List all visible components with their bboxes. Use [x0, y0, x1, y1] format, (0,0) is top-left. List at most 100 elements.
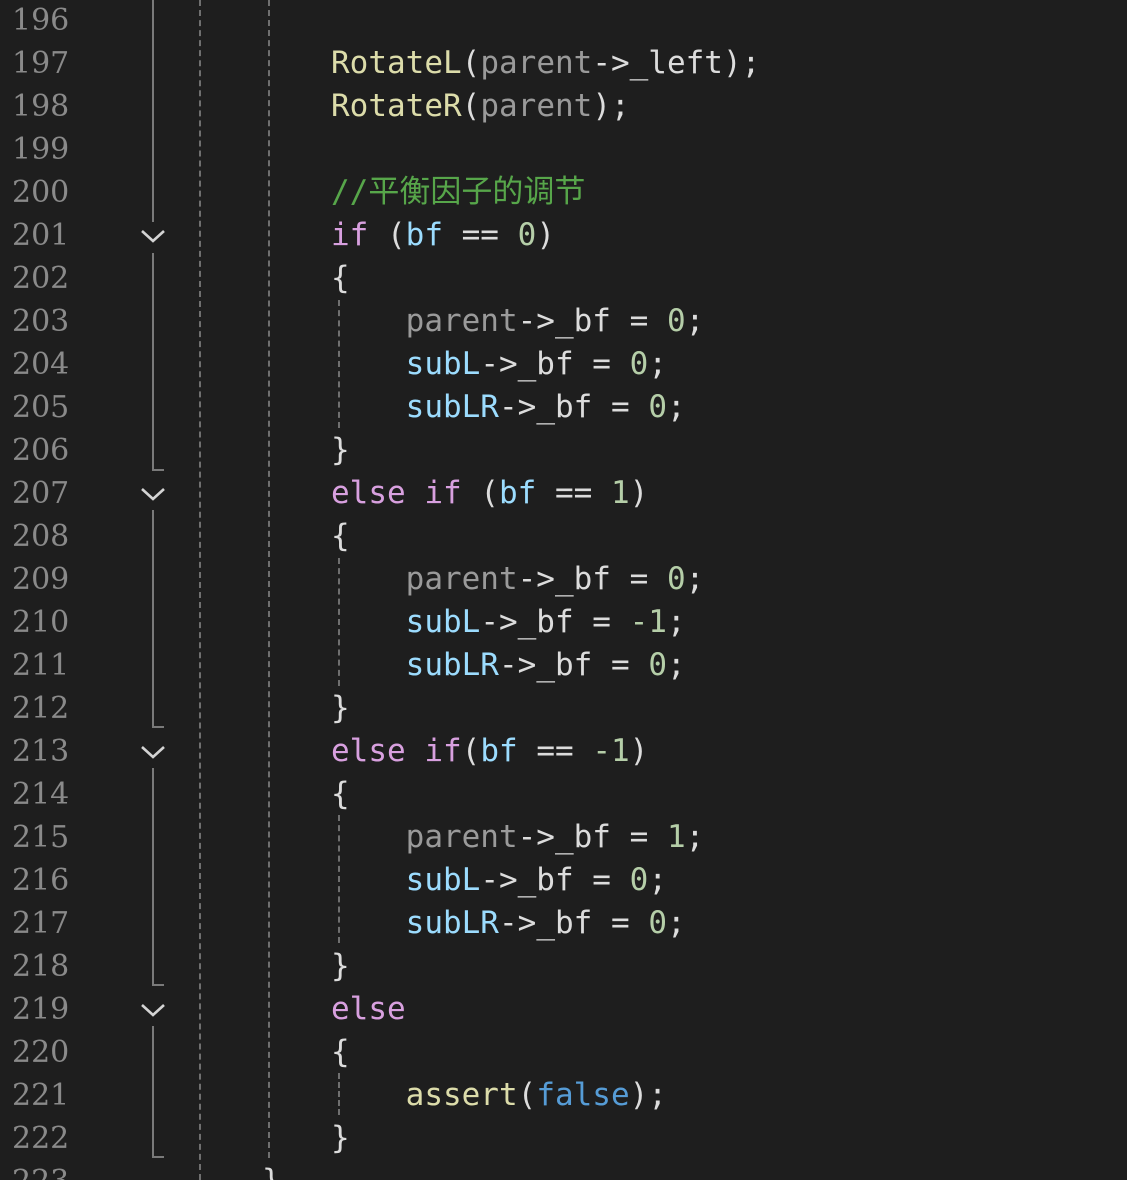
code-line[interactable]: 201 if (bf == 0) — [0, 214, 1127, 257]
code-line[interactable]: 198 RotateR(parent); — [0, 85, 1127, 128]
line-number: 197 — [12, 46, 70, 81]
code-line[interactable]: 197 RotateL(parent->_left); — [0, 42, 1127, 85]
code-token: { — [331, 776, 350, 812]
code-line[interactable]: 221 assert(false); — [0, 1074, 1127, 1117]
code-token: RotateL — [331, 45, 462, 81]
code-token: else if — [331, 733, 462, 769]
code-token: ( — [461, 45, 481, 81]
code-line[interactable]: 222} — [0, 1117, 1127, 1160]
code-token: _bf — [517, 346, 574, 382]
code-line[interactable]: 220 { — [0, 1031, 1127, 1074]
code-line[interactable]: 215 parent->_bf = 1; — [0, 816, 1127, 859]
code-token: -> — [480, 604, 518, 640]
code-line[interactable]: 216 subL->_bf = 0; — [0, 859, 1127, 902]
code-line[interactable]: 199 — [0, 128, 1127, 171]
code-token: 1 — [610, 475, 630, 511]
code-token: subL — [331, 346, 481, 382]
code-line[interactable]: 205 subLR->_bf = 0; — [0, 386, 1127, 429]
code-editor[interactable]: 196 197 RotateL(parent->_left); 198 RotateR(… — [0, 0, 1127, 1180]
code-text: parent->_bf = 1; — [331, 816, 705, 859]
line-number: 214 — [12, 777, 70, 812]
code-token: ); — [592, 88, 630, 124]
code-token: ; — [648, 862, 667, 898]
code-token: parent — [480, 45, 593, 81]
code-token: subLR — [331, 389, 499, 425]
code-line[interactable]: 214 { — [0, 773, 1127, 816]
code-token: _bf — [536, 647, 593, 683]
code-token: 0 — [648, 905, 667, 941]
code-token: -> — [480, 862, 518, 898]
code-line[interactable]: 213 else if(bf == -1) — [0, 730, 1127, 773]
code-token: -> — [498, 905, 537, 941]
code-token: ; — [648, 346, 667, 382]
code-token: ; — [685, 303, 705, 339]
chevron-down-icon[interactable] — [139, 482, 167, 506]
code-token: = — [610, 561, 667, 597]
code-line[interactable]: 200 //平衡因子的调节 — [0, 171, 1127, 214]
code-token: ; — [685, 561, 705, 597]
code-token: false — [536, 1077, 630, 1113]
code-line[interactable]: 203 parent->_bf = 0; — [0, 300, 1127, 343]
chevron-down-icon[interactable] — [139, 998, 167, 1022]
code-text: } — [331, 1117, 350, 1160]
code-text: parent->_bf = 0; — [331, 300, 705, 343]
code-token: == — [442, 217, 518, 253]
code-text: subLR->_bf = 0; — [331, 386, 686, 429]
code-token: ); — [722, 45, 761, 81]
code-line[interactable]: 212} — [0, 687, 1127, 730]
code-line[interactable]: 206} — [0, 429, 1127, 472]
code-token: == — [517, 733, 593, 769]
line-number: 201 — [12, 218, 70, 253]
code-token: ) — [629, 733, 649, 769]
code-line[interactable]: 208 { — [0, 515, 1127, 558]
code-token: ; — [666, 647, 686, 683]
code-text: } — [331, 945, 350, 988]
code-token: } — [331, 432, 350, 468]
code-line[interactable]: 207 else if (bf == 1) — [0, 472, 1127, 515]
code-token: ( — [461, 88, 481, 124]
code-token: = — [573, 862, 630, 898]
code-token: 1 — [666, 819, 686, 855]
code-line[interactable]: 211 subLR->_bf = 0; — [0, 644, 1127, 687]
chevron-down-icon[interactable] — [139, 740, 167, 764]
code-line[interactable]: 202 { — [0, 257, 1127, 300]
line-number: 211 — [12, 648, 70, 683]
line-number: 223 — [12, 1160, 82, 1180]
code-text: subL->_bf = -1; — [331, 601, 686, 644]
code-line[interactable]: 210 subL->_bf = -1; — [0, 601, 1127, 644]
code-line[interactable]: 219 else — [0, 988, 1127, 1031]
code-line[interactable]: 196 — [0, 0, 1127, 42]
code-token: assert — [331, 1077, 518, 1113]
line-number: 219 — [12, 992, 70, 1027]
line-number: 221 — [12, 1078, 70, 1113]
code-text: { — [331, 773, 350, 816]
code-line[interactable]: 217 subLR->_bf = 0; — [0, 902, 1127, 945]
code-line[interactable]: 209 parent->_bf = 0; — [0, 558, 1127, 601]
code-text: else — [331, 988, 406, 1031]
code-token: -1 — [592, 733, 630, 769]
code-line[interactable]: 204 subL->_bf = 0; — [0, 343, 1127, 386]
code-token: RotateR — [331, 88, 462, 124]
line-number: 220 — [12, 1035, 70, 1070]
code-token: 0 — [666, 303, 686, 339]
line-number: 196 — [12, 3, 70, 38]
code-line[interactable]: 223} — [0, 1160, 1127, 1180]
code-token: bf — [498, 475, 537, 511]
code-token: ; — [685, 819, 705, 855]
code-token: _bf — [536, 389, 593, 425]
code-text: assert(false); — [331, 1074, 667, 1117]
line-number: 208 — [12, 519, 70, 554]
code-token: ) — [629, 475, 649, 511]
code-token: -> — [498, 389, 537, 425]
code-token: } — [331, 1120, 350, 1156]
line-number: 202 — [12, 261, 70, 296]
chevron-down-icon[interactable] — [139, 224, 167, 248]
line-number: 198 — [12, 89, 70, 124]
code-line[interactable]: 218} — [0, 945, 1127, 988]
line-number: 204 — [12, 347, 70, 382]
code-token: ( — [461, 733, 481, 769]
code-text: { — [331, 257, 350, 300]
code-token: ; — [666, 905, 686, 941]
code-text: } — [262, 1160, 281, 1180]
code-token: _bf — [536, 905, 593, 941]
